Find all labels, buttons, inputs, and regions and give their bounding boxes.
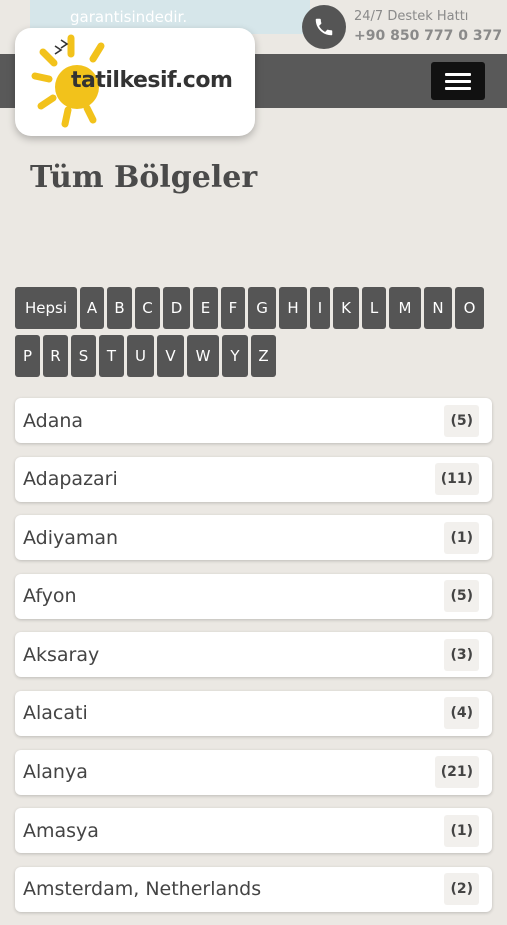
letter-filter-button[interactable]: P (15, 335, 40, 377)
letter-filter-all[interactable]: Hepsi (15, 287, 77, 329)
region-item[interactable]: Adapazari (11) (15, 456, 492, 502)
region-item[interactable]: Amsterdam, Netherlands (2) (15, 866, 492, 912)
region-count-badge: (1) (444, 814, 479, 847)
support-phone-number[interactable]: +90 850 777 0 377 (354, 26, 502, 46)
region-count-badge: (2) (444, 873, 479, 906)
letter-filter-button[interactable]: C (135, 287, 160, 329)
letter-filter-button[interactable]: I (310, 287, 330, 329)
region-item[interactable]: Afyon (5) (15, 573, 492, 619)
letter-filter-button[interactable]: V (157, 335, 184, 377)
region-name: Alanya (23, 761, 88, 784)
letter-filter-button[interactable]: T (99, 335, 124, 377)
region-item[interactable]: Adana (5) (15, 398, 492, 443)
region-name: Adapazari (23, 468, 118, 491)
region-item[interactable]: Adiyaman (1) (15, 515, 492, 561)
region-name: Adiyaman (23, 526, 119, 549)
region-name: Alacati (23, 702, 88, 725)
support-contact[interactable]: 24/7 Destek Hattı +90 850 777 0 377 (302, 4, 502, 50)
region-item[interactable]: Alanya (21) (15, 749, 492, 795)
region-count-badge: (5) (444, 404, 479, 437)
letter-filter-button[interactable]: B (107, 287, 132, 329)
page-title: Tüm Bölgeler (30, 160, 258, 195)
letter-filter-button[interactable]: S (71, 335, 96, 377)
letter-filter-button[interactable]: W (187, 335, 219, 377)
region-name: Amasya (23, 819, 99, 842)
letter-filter-button[interactable]: M (389, 287, 421, 329)
letter-filter-button[interactable]: E (193, 287, 218, 329)
region-count-badge: (21) (434, 756, 479, 789)
letter-filter-button[interactable]: H (279, 287, 307, 329)
support-label: 24/7 Destek Hattı (354, 9, 469, 24)
region-count-badge: (5) (444, 580, 479, 613)
letter-row-1: Hepsi A B C D E F G H I K L M N O (15, 287, 495, 329)
region-name: Afyon (23, 585, 77, 608)
letter-filter-button[interactable]: G (248, 287, 276, 329)
region-count-badge: (3) (444, 638, 479, 671)
region-item[interactable]: Aksaray (3) (15, 632, 492, 678)
region-item[interactable]: Alacati (4) (15, 690, 492, 736)
letter-filter-button[interactable]: D (163, 287, 190, 329)
region-count-badge: (4) (444, 697, 479, 730)
letter-filter-button[interactable]: L (362, 287, 386, 329)
letter-filter-button[interactable]: R (43, 335, 68, 377)
letter-filter-button[interactable]: O (455, 287, 484, 329)
letter-filter-button[interactable]: A (80, 287, 104, 329)
region-count-badge: (11) (434, 463, 479, 496)
region-count-badge: (1) (444, 521, 479, 554)
letter-filter-button[interactable]: K (333, 287, 359, 329)
region-name: Adana (23, 409, 84, 432)
letter-filter-button[interactable]: U (127, 335, 154, 377)
letter-filter: Hepsi A B C D E F G H I K L M N O P R S … (15, 287, 495, 383)
letter-filter-button[interactable]: N (424, 287, 452, 329)
letter-row-2: P R S T U V W Y Z (15, 335, 495, 377)
region-name: Aksaray (23, 643, 100, 666)
site-logo[interactable]: tatilkesif.com (15, 28, 255, 136)
logo-text: tatilkesif.com (71, 68, 233, 93)
region-name: Amsterdam, Netherlands (23, 878, 262, 901)
region-list: Adana (5) Adapazari (11) Adiyaman (1) Af… (15, 398, 492, 925)
phone-icon[interactable] (302, 5, 346, 49)
region-item[interactable]: Amasya (1) (15, 808, 492, 854)
menu-button[interactable] (431, 62, 485, 100)
letter-filter-button[interactable]: F (221, 287, 245, 329)
letter-filter-button[interactable]: Y (222, 335, 248, 377)
hamburger-icon (445, 72, 471, 76)
letter-filter-button[interactable]: Z (251, 335, 276, 377)
